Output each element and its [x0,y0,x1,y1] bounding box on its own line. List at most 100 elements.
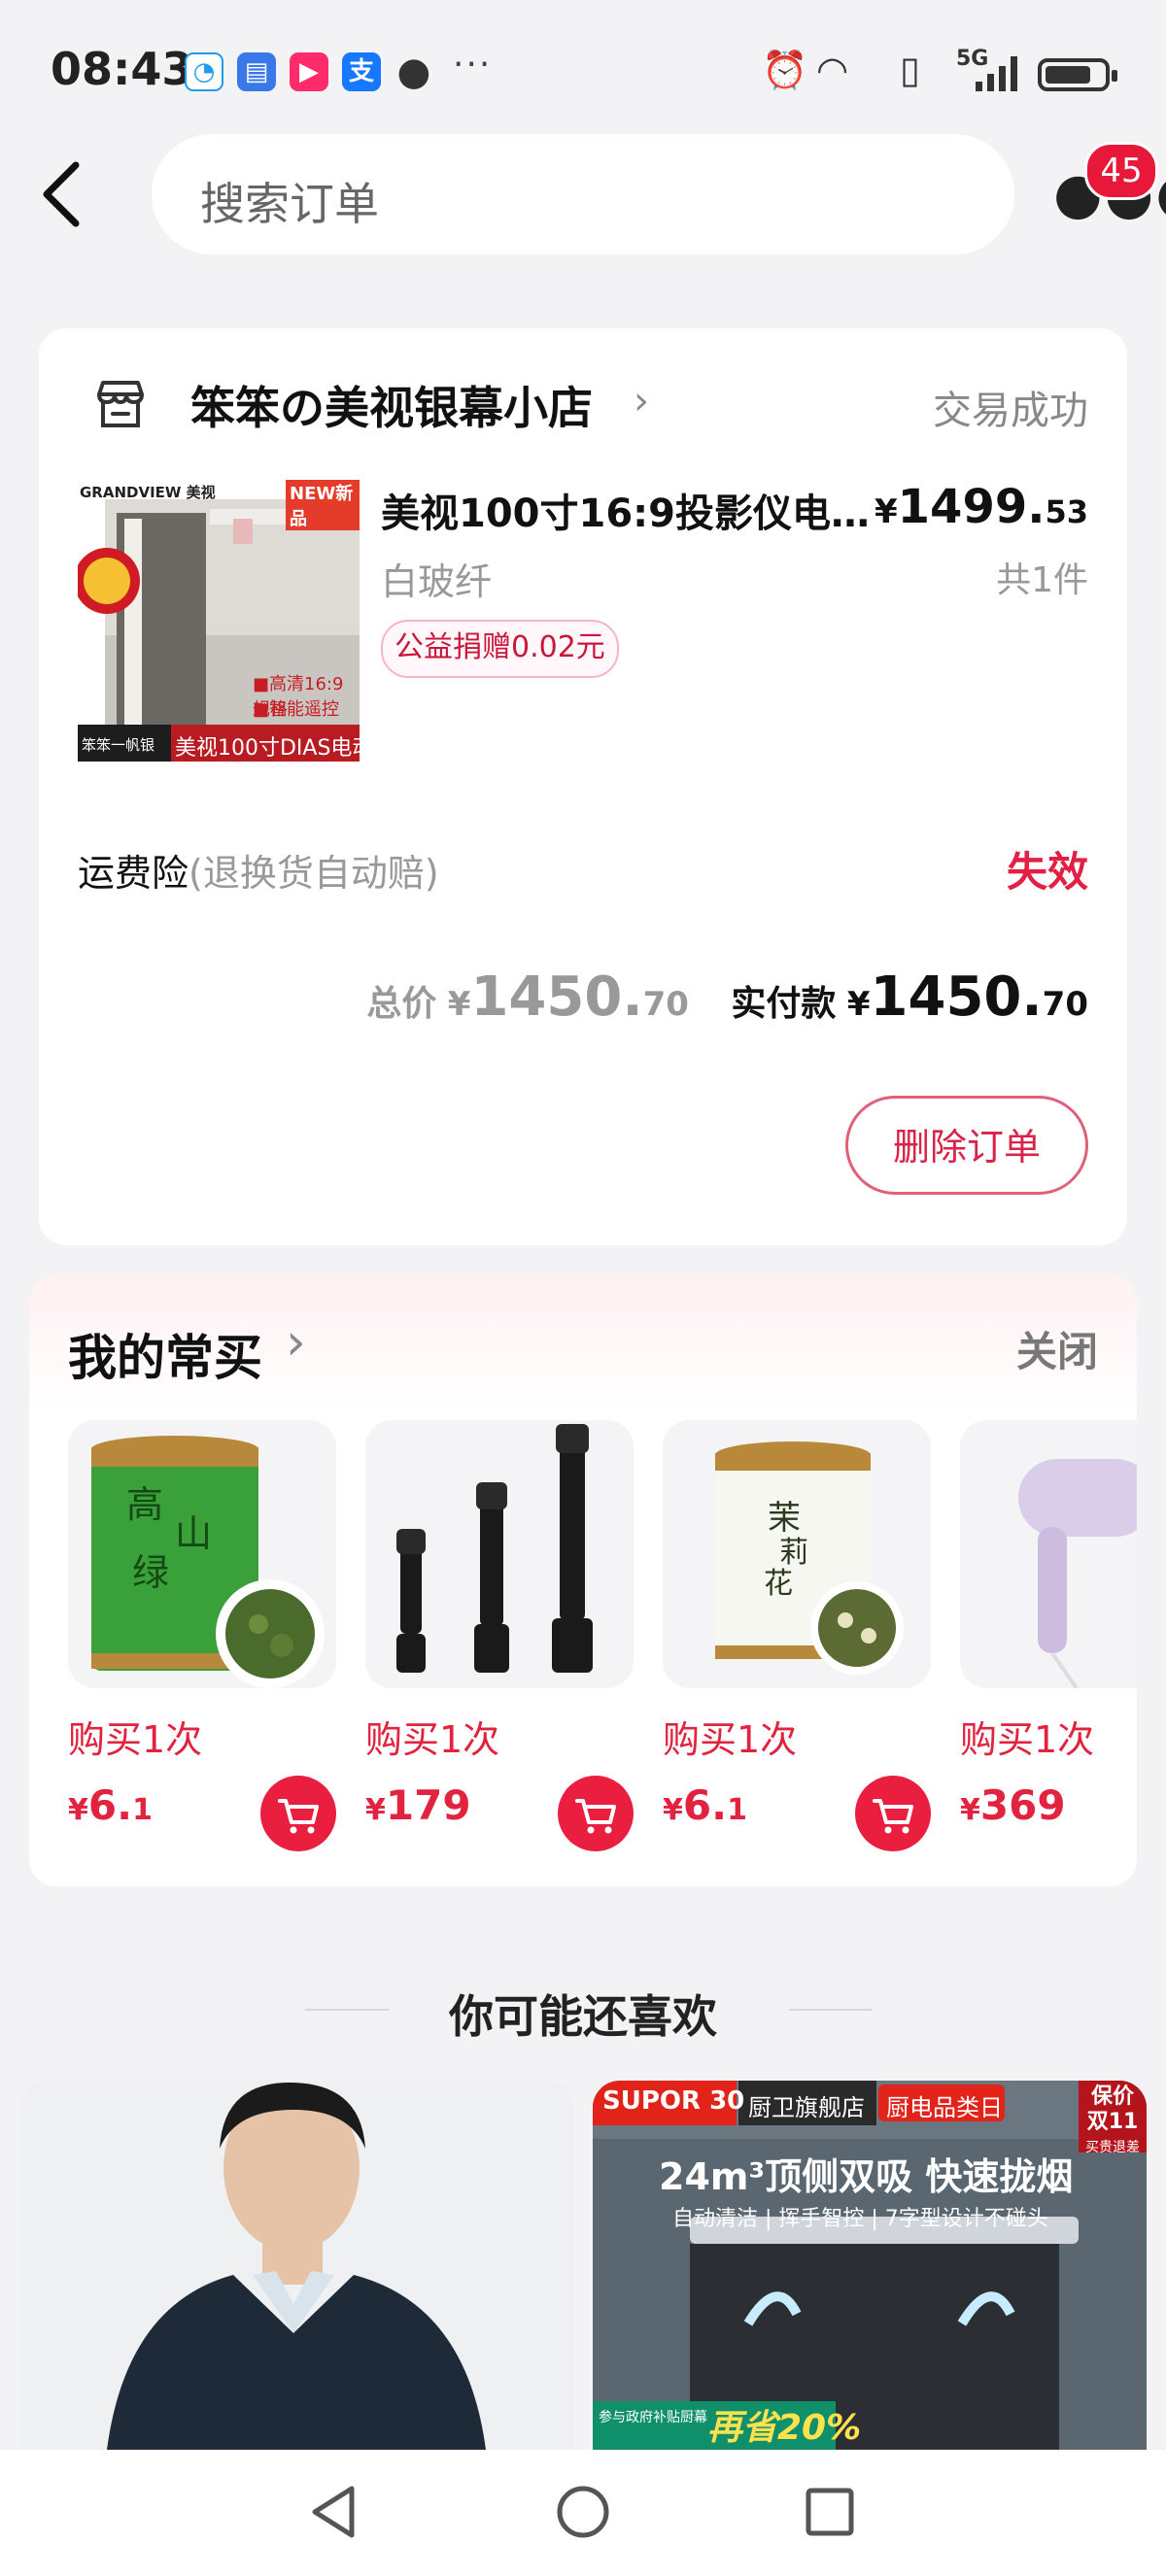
shop-name[interactable]: 笨笨の美视银幕小店 [190,373,593,437]
nav-back-button[interactable] [305,2481,367,2543]
add-to-cart-button[interactable] [558,1776,634,1851]
store-icon [97,381,144,427]
charity-tag[interactable]: 公益捐赠0.02元 [381,620,619,678]
price-integer: 6. [87,1781,133,1829]
currency-symbol: ¥ [365,1793,386,1827]
alarm-icon: ⏰ [762,49,808,91]
svg-text:莉: 莉 [779,1536,808,1570]
currency-symbol: ¥ [874,492,898,531]
paid-symbol: ¥ [846,985,871,1024]
svg-text:茉: 茉 [768,1499,801,1538]
ad-promo: 再省20% [707,2408,862,2448]
add-to-cart-button[interactable] [260,1776,336,1851]
notification-badge: 45 [1084,142,1158,200]
svg-text:花: 花 [764,1567,793,1601]
search-input[interactable]: 搜索订单 [152,134,1014,254]
total-integer: 1450. [470,966,643,1029]
item-price: ¥6.1 [663,1781,747,1829]
ad-features: 自动清洁 | 挥手智控 | 7字型设计不碰头 [672,2207,1048,2231]
insurance-status: 失效 [1006,848,1088,896]
add-to-cart-button[interactable] [855,1776,931,1851]
cart-icon [278,1799,319,1834]
product-image [593,2081,1147,2450]
signal-icon [976,56,1017,91]
back-button[interactable] [35,157,93,231]
nav-home-button[interactable] [552,2481,614,2543]
frequent-items-carousel[interactable]: 高 山 绿 购买1次 ¥6.1 购买1次 ¥179 茉 莉 花 购买1次 ¥6.… [68,1420,1137,1867]
status-time: 08:43 [51,43,193,95]
thumb-brand: GRANDVIEW 美视 [80,484,216,501]
status-overflow: ··· [453,45,493,85]
total-symbol: ¥ [447,985,471,1024]
search-placeholder: 搜索订单 [200,178,379,230]
thumb-spec-2: ■智能遥控 [253,699,340,720]
product-image [365,1420,634,1688]
thumb-shop-tag: 笨笨一帆银 [82,736,155,754]
price-decimal: 53 [1045,493,1088,530]
order-card: 笨笨の美视银幕小店 › 交易成功 GRANDVIEW 美视 NEW新品 ■高清1… [39,328,1127,1245]
item-price: ¥6.1 [68,1781,153,1829]
headphones-icon: ◠ [816,49,849,91]
frequent-item[interactable]: 高 山 绿 购买1次 ¥6.1 [68,1420,336,1867]
ad-brand: SUPOR 30 [602,2086,745,2116]
order-status: 交易成功 [933,389,1088,433]
svg-text:绿: 绿 [132,1551,169,1594]
purchase-count: 购买1次 [960,1718,1095,1761]
divider [789,2009,873,2011]
price-integer: 6. [682,1781,728,1829]
purchase-count: 购买1次 [663,1718,798,1761]
chevron-left-icon [43,161,80,227]
price-integer: 1499. [897,480,1046,534]
chat-bubble-icon: ◔ [185,52,223,91]
alipay-icon: 支 [342,52,381,91]
delete-order-button[interactable]: 删除订单 [845,1096,1088,1195]
insurance-sub: (退换货自动赔) [189,852,439,895]
purchase-count: 购买1次 [365,1718,500,1761]
svg-text:高: 高 [126,1483,163,1526]
paid-label: 实付款 [731,984,837,1024]
circle-home-icon [557,2486,609,2538]
product-title[interactable]: 美视100寸16:9投影仪电… [381,482,886,538]
price-decimal: 1 [727,1793,747,1827]
status-bar: 08:43 ◔ ▤ ▶ 支 ● ··· ⏰ ◠ ▯ 5G [0,0,1166,146]
total-decimal: 70 [642,985,689,1024]
triangle-back-icon [312,2486,355,2538]
ad-headline: 24m³顶侧双吸 快速拢烟 [659,2155,1074,2198]
cart-icon [575,1799,616,1834]
paid-integer: 1450. [870,966,1043,1029]
recommend-card-range-hood[interactable]: SUPOR 30 厨卫旗舰店 厨电品类日 保价 双11 买贵退差 24m³顶侧双… [593,2081,1147,2450]
item-price: ¥369 [960,1781,1066,1829]
product-thumbnail[interactable]: GRANDVIEW 美视 NEW新品 ■高清16:9规格 ■智能遥控 美视100… [78,480,360,762]
ad-corner-sub: 买贵退差 [1085,2140,1140,2155]
shipping-insurance-label: 运费险(退换货自动赔) [78,843,439,897]
nav-recents-button[interactable] [799,2481,861,2543]
frequent-close-button[interactable]: 关闭 [1016,1319,1098,1378]
frequent-item[interactable]: 购买1次 ¥179 [365,1420,634,1867]
square-recents-icon [806,2488,854,2536]
cart-icon [873,1799,913,1834]
currency-symbol: ¥ [960,1793,980,1827]
ad-tag: 厨电品类日 [886,2094,1003,2121]
notes-app-icon: ▤ [237,52,276,91]
frequent-buys-section: 我的常买 › 关闭 高 山 绿 购买1次 ¥6.1 购买1次 ¥179 茉 莉 … [29,1274,1137,1886]
product-image: 高 山 绿 [68,1420,336,1688]
frequent-item[interactable]: 购买1次 ¥369 [960,1420,1137,1867]
frequent-item[interactable]: 茉 莉 花 购买1次 ¥6.1 [663,1420,931,1867]
product-image: 茉 莉 花 [663,1420,931,1688]
item-price: ¥179 [365,1781,471,1829]
frequent-title[interactable]: 我的常买 [68,1319,262,1389]
message-icon: ● [396,50,431,94]
product-image [19,2081,573,2450]
paid-decimal: 70 [1042,985,1088,1024]
price-integer: 179 [385,1781,471,1829]
product-quantity: 共1件 [996,560,1088,600]
recommend-card-jacket[interactable] [19,2081,573,2450]
battery-icon [1038,58,1117,91]
thumb-new-tag: NEW新品 [286,480,360,530]
chevron-right-icon[interactable]: › [286,1313,306,1372]
video-app-icon: ▶ [290,52,328,91]
price-integer: 369 [979,1781,1066,1829]
product-variant: 白玻纤 [381,560,493,603]
chevron-right-icon[interactable]: › [634,379,649,424]
ad-store: 厨卫旗舰店 [748,2094,865,2121]
